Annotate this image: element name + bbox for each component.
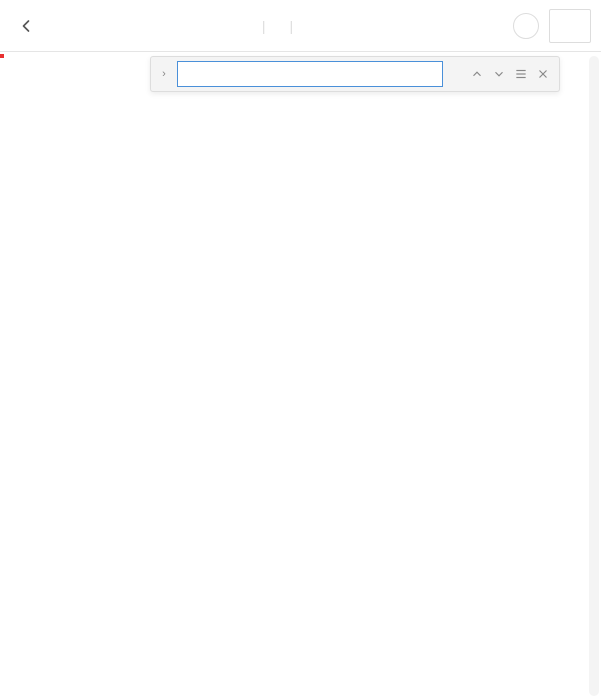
apply-button[interactable]: [549, 9, 591, 43]
vertical-scrollbar-track[interactable]: [589, 56, 599, 696]
find-prev-button[interactable]: [467, 64, 487, 84]
arrow-left-icon: [16, 16, 36, 36]
find-input-wrap: [177, 61, 443, 87]
list-icon: [514, 67, 528, 81]
arrow-down-icon: [492, 67, 506, 81]
find-regex-button[interactable]: [421, 65, 439, 83]
help-button[interactable]: [513, 13, 539, 39]
annotation-dashed-box: [0, 54, 4, 58]
tab-bar: | |: [42, 18, 513, 34]
code-view[interactable]: [0, 52, 601, 54]
arrow-up-icon: [470, 67, 484, 81]
find-replace-toggle[interactable]: ›: [157, 68, 171, 80]
tab-html[interactable]: [242, 22, 258, 30]
tab-separator: |: [290, 18, 294, 34]
tab-upload[interactable]: [297, 22, 313, 30]
back-button[interactable]: [10, 10, 42, 42]
editor-area: ›: [0, 52, 601, 700]
close-icon: [536, 67, 550, 81]
find-close-button[interactable]: [533, 64, 553, 84]
find-next-button[interactable]: [489, 64, 509, 84]
tab-separator: |: [262, 18, 266, 34]
find-whole-word-button[interactable]: [401, 65, 419, 83]
tab-css[interactable]: [270, 22, 286, 30]
find-actions: [467, 64, 553, 84]
top-toolbar: | |: [0, 0, 601, 52]
find-selection-button[interactable]: [511, 64, 531, 84]
find-match-case-button[interactable]: [381, 65, 399, 83]
find-bar: ›: [150, 56, 560, 92]
find-options: [381, 65, 439, 83]
